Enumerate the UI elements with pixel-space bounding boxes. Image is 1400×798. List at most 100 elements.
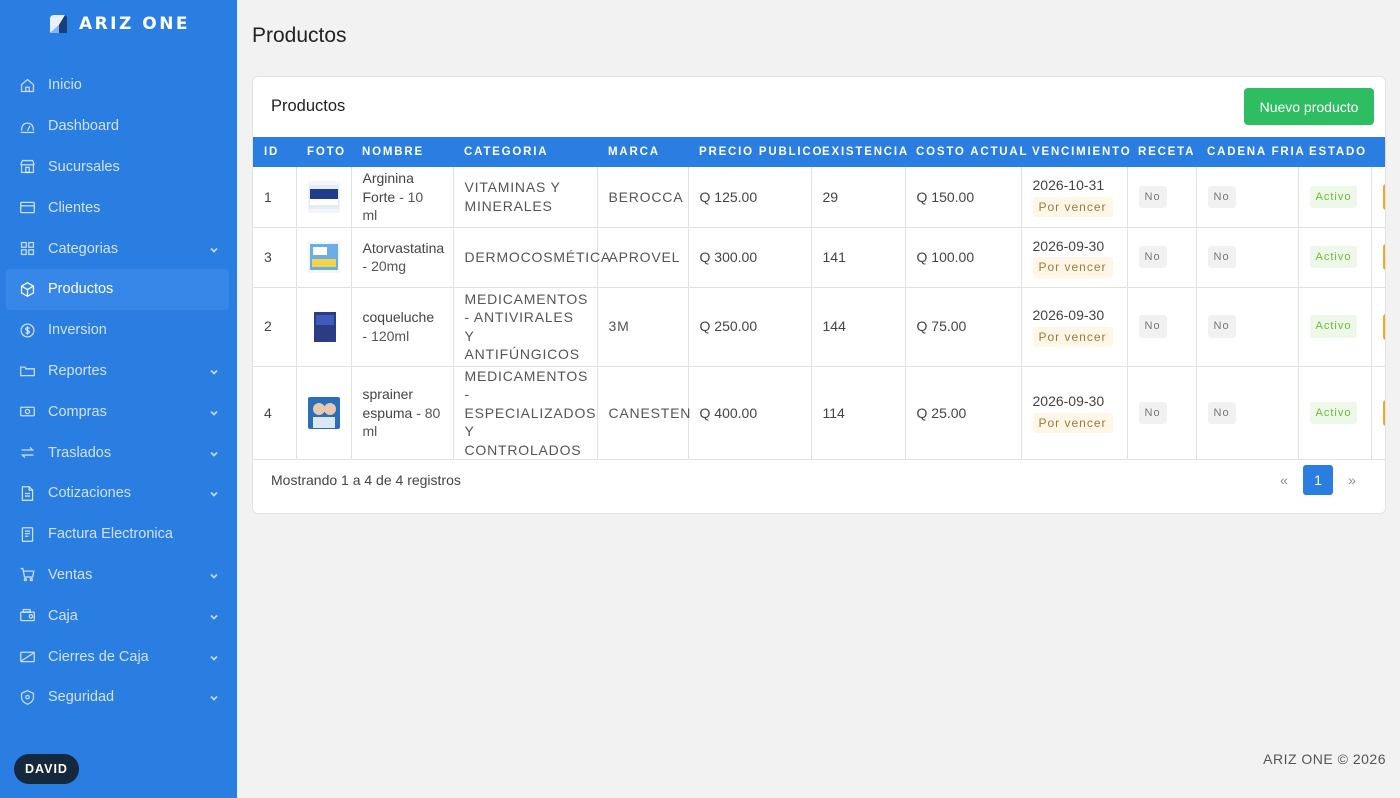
product-photo[interactable] xyxy=(307,241,340,273)
column-header-cadena-fria[interactable]: CADENA FRIA xyxy=(1196,137,1304,167)
row-action-button[interactable] xyxy=(1382,183,1385,210)
pagination-next[interactable]: » xyxy=(1339,472,1365,488)
product-size: 20mg xyxy=(371,258,407,274)
cell-actions xyxy=(1371,366,1385,460)
expiry-status-badge: Por vencer xyxy=(1032,257,1113,278)
clients-icon xyxy=(18,199,36,217)
cell-photo xyxy=(296,287,352,367)
column-header-vencimiento[interactable]: VENCIMIENTO xyxy=(1021,137,1130,167)
chevron-down-icon xyxy=(209,406,221,418)
column-header-estado[interactable]: ESTADO xyxy=(1298,137,1371,167)
sidebar-nav: Inicio Dashboard Sucursales Clientes Categor… xyxy=(6,65,229,718)
expiry-date: 2026-09-30 xyxy=(1032,307,1105,323)
expiry-status-badge: Por vencer xyxy=(1032,196,1113,218)
column-header-costo-actual[interactable]: COSTO ACTUAL xyxy=(905,137,1027,167)
sidebar-item-caja[interactable]: Caja xyxy=(6,595,229,636)
column-header-actions xyxy=(1371,137,1385,167)
sidebar-item-reportes[interactable]: Reportes xyxy=(6,351,229,392)
cell-price: Q 300.00 xyxy=(688,227,812,288)
sidebar-item-seguridad[interactable]: Seguridad xyxy=(6,677,229,718)
new-product-button[interactable]: Nuevo producto xyxy=(1244,88,1374,125)
sidebar-item-compras[interactable]: Compras xyxy=(6,391,229,432)
brand-name: ARIZ ONE xyxy=(78,14,191,34)
pagination-prev[interactable]: « xyxy=(1271,472,1297,488)
table-row: 1 Arginina Forte - 10 ml VITAMINAS Y MINER… xyxy=(253,167,1385,228)
cell-brand: BEROCCA xyxy=(597,167,689,228)
prescription-badge: No xyxy=(1138,401,1167,424)
cell-brand: APROVEL xyxy=(597,227,689,288)
column-header-precio-publico[interactable]: PRECIO PUBLICO xyxy=(688,137,821,167)
cell-cold-chain: No xyxy=(1196,167,1299,228)
cell-actions xyxy=(1371,167,1385,228)
cell-status: Activo xyxy=(1298,227,1372,288)
cell-cost: Q 75.00 xyxy=(905,287,1022,367)
table-row: 2 coqueluche - 120ml MEDICAMENTOS - ANTIVI… xyxy=(253,287,1385,367)
sidebar-item-label: Seguridad xyxy=(48,689,115,706)
cell-cold-chain: No xyxy=(1196,227,1299,288)
cell-cost: Q 25.00 xyxy=(905,366,1022,460)
card-title: Productos xyxy=(271,97,346,115)
sidebar-item-productos[interactable]: Productos xyxy=(6,268,229,310)
cell-prescription: No xyxy=(1127,287,1197,367)
sidebar-item-label: Traslados xyxy=(48,444,112,461)
store-icon xyxy=(18,158,36,176)
cell-status: Activo xyxy=(1298,366,1372,460)
copyright: ARIZ ONE © 2026 xyxy=(1263,751,1386,767)
chevron-down-icon xyxy=(210,247,218,253)
document-icon xyxy=(18,484,36,502)
sidebar-item-label: Cotizaciones xyxy=(48,485,132,502)
product-photo[interactable] xyxy=(307,396,340,429)
row-action-button[interactable] xyxy=(1382,313,1385,340)
products-card: Productos Nuevo producto ID FOTO NOMBRE CAT… xyxy=(252,76,1386,514)
pagination-page-1[interactable]: 1 xyxy=(1303,465,1333,495)
sidebar-item-label: Productos xyxy=(48,281,114,298)
sidebar-item-cotizaciones[interactable]: Cotizaciones xyxy=(6,473,229,514)
status-badge: Activo xyxy=(1309,185,1358,208)
column-header-categoria[interactable]: CATEGORIA xyxy=(453,137,597,167)
register-icon xyxy=(18,607,36,625)
chevron-down-icon xyxy=(209,569,221,581)
pagination: « 1 » xyxy=(1271,465,1365,495)
brand[interactable]: ARIZ ONE xyxy=(0,0,237,48)
sidebar-item-inicio[interactable]: Inicio xyxy=(6,65,229,106)
product-name: Arginina Forte xyxy=(362,170,414,205)
cell-name: Atorvastatina - 20mg xyxy=(351,227,454,288)
dashboard-icon xyxy=(18,117,36,135)
sidebar-item-clientes[interactable]: Clientes xyxy=(6,187,229,228)
sidebar-item-inversion[interactable]: Inversion xyxy=(6,310,229,351)
sidebar-item-sucursales[interactable]: Sucursales xyxy=(6,147,229,188)
product-photo[interactable] xyxy=(307,180,340,213)
cell-id: 2 xyxy=(253,287,297,367)
sidebar-item-traslados[interactable]: Traslados xyxy=(6,432,229,473)
sidebar: ARIZ ONE Inicio Dashboard Sucursales Client… xyxy=(0,0,237,798)
cell-price: Q 250.00 xyxy=(688,287,812,367)
column-header-existencia[interactable]: EXISTENCIA xyxy=(811,137,907,167)
chevron-down-icon xyxy=(210,573,218,579)
column-header-receta[interactable]: RECETA xyxy=(1127,137,1196,167)
cash-icon xyxy=(18,403,36,421)
expiry-status-badge: Por vencer xyxy=(1032,326,1113,347)
sidebar-item-factura-electronica[interactable]: Factura Electronica xyxy=(6,514,229,555)
sidebar-item-label: Categorias xyxy=(48,240,119,257)
sidebar-item-ventas[interactable]: Ventas xyxy=(6,555,229,596)
row-action-button[interactable] xyxy=(1382,399,1385,426)
column-header-foto[interactable]: FOTO xyxy=(296,137,351,167)
chevron-down-icon xyxy=(210,369,218,375)
products-table: ID FOTO NOMBRE CATEGORIA MARCA PRECIO PUBLICO… xyxy=(253,137,1385,460)
product-photo[interactable] xyxy=(307,310,340,343)
product-size: 120ml xyxy=(371,327,410,344)
page-title: Productos xyxy=(252,24,347,47)
box-icon xyxy=(18,280,36,298)
register-closed-icon xyxy=(18,648,36,666)
sidebar-item-dashboard[interactable]: Dashboard xyxy=(6,106,229,147)
user-badge[interactable]: DAVID xyxy=(14,754,79,784)
expiry-status-badge: Por vencer xyxy=(1032,412,1113,434)
column-header-marca[interactable]: MARCA xyxy=(597,137,688,167)
sidebar-item-categorias[interactable]: Categorias xyxy=(6,228,229,269)
cell-stock: 114 xyxy=(811,366,906,460)
column-header-id[interactable]: ID xyxy=(253,137,296,167)
row-action-button[interactable] xyxy=(1382,244,1385,270)
column-header-nombre[interactable]: NOMBRE xyxy=(351,137,453,167)
sidebar-item-cierres-de-caja[interactable]: Cierres de Caja xyxy=(6,636,229,677)
cell-stock: 141 xyxy=(811,227,906,288)
